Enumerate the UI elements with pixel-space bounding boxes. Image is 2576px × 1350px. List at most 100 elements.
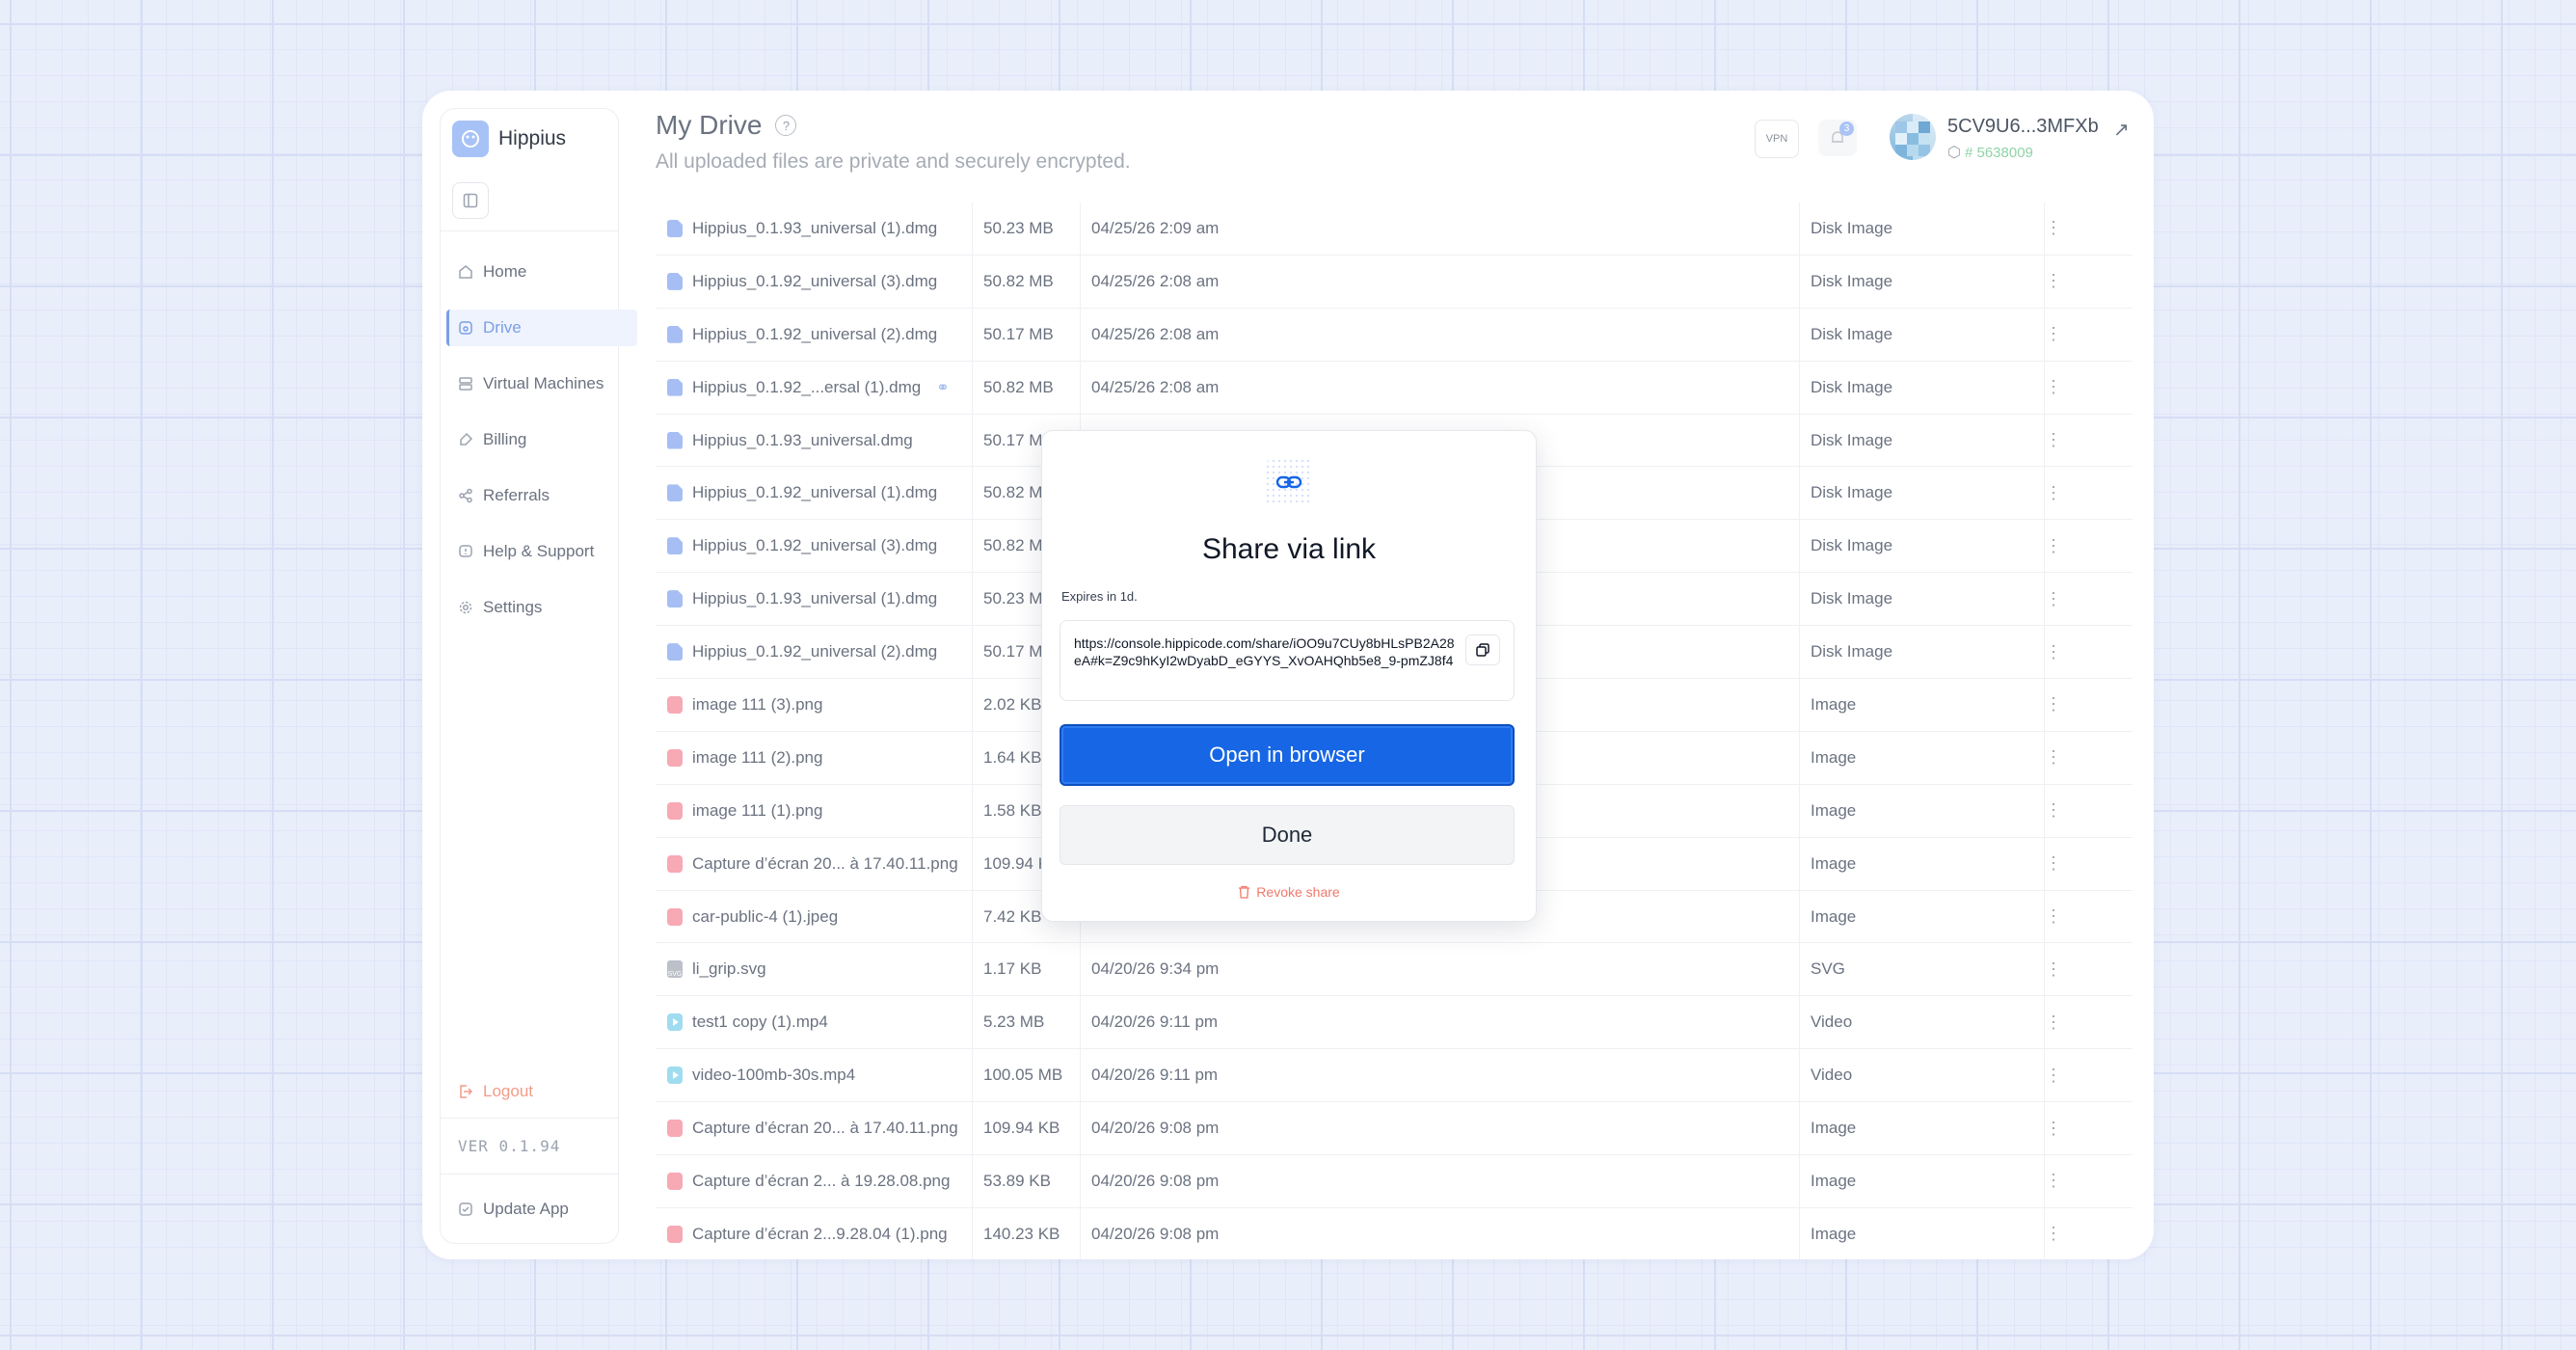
divider bbox=[441, 230, 618, 231]
copy-url-button[interactable] bbox=[1465, 634, 1500, 665]
collapse-sidebar-button[interactable] bbox=[452, 182, 489, 219]
row-menu-icon[interactable]: ⋮ bbox=[2044, 626, 2063, 678]
file-type: Disk Image bbox=[1811, 430, 1893, 449]
done-button[interactable]: Done bbox=[1060, 805, 1515, 865]
external-link-icon[interactable]: ↗ bbox=[2113, 118, 2130, 142]
disk-image-file-icon bbox=[667, 590, 683, 608]
row-menu-icon[interactable]: ⋮ bbox=[2044, 1155, 2063, 1207]
file-type: Disk Image bbox=[1811, 271, 1893, 290]
sidebar-item-home[interactable]: Home bbox=[446, 254, 637, 290]
share-url-field[interactable]: https://console.hippicode.com/share/iOO9… bbox=[1060, 620, 1515, 701]
table-row[interactable]: video-100mb-30s.mp4 100.05 MB 04/20/26 9:1… bbox=[656, 1049, 2133, 1103]
row-menu-icon[interactable]: ⋮ bbox=[2044, 520, 2063, 572]
table-row[interactable]: Hippius_0.1.92_universal (2).dmg 50.17 MB… bbox=[656, 309, 2133, 362]
table-row[interactable]: SVG li_grip.svg 1.17 KB 04/20/26 9:34 pm SVG… bbox=[656, 943, 2133, 997]
file-date: 04/20/26 9:11 pm bbox=[1091, 1012, 1219, 1032]
disk-image-file-icon bbox=[667, 431, 683, 449]
sidebar-item-virtual-machines[interactable]: Virtual Machines bbox=[446, 365, 637, 402]
file-size: 50.17 MB bbox=[983, 324, 1054, 343]
trash-icon bbox=[1239, 885, 1250, 899]
file-name-cell: Hippius_0.1.92_universal (2).dmg bbox=[667, 309, 976, 361]
row-menu-icon[interactable]: ⋮ bbox=[2044, 943, 2063, 995]
open-in-browser-button[interactable]: Open in browser bbox=[1060, 724, 1515, 786]
file-size: 100.05 MB bbox=[983, 1066, 1063, 1085]
image-file-icon bbox=[667, 748, 683, 767]
notifications-button[interactable]: 3 bbox=[1818, 120, 1857, 156]
table-row[interactable]: Capture d’écran 20... à 17.40.11.png 109.… bbox=[656, 1102, 2133, 1156]
file-name-cell: image 111 (2).png bbox=[667, 732, 976, 784]
link-icon bbox=[1265, 458, 1313, 506]
update-app-button[interactable]: Update App bbox=[446, 1191, 637, 1228]
sidebar-item-help-support[interactable]: Help & Support bbox=[446, 533, 637, 570]
file-name: Hippius_0.1.92_...ersal (1).dmg bbox=[692, 377, 922, 396]
file-size: 53.89 KB bbox=[983, 1171, 1051, 1190]
table-row[interactable]: Hippius_0.1.93_universal (1).dmg 50.23 MB… bbox=[656, 202, 2133, 256]
table-row[interactable]: Hippius_0.1.92_universal (3).dmg 50.82 MB… bbox=[656, 256, 2133, 309]
revoke-share-label: Revoke share bbox=[1256, 884, 1340, 900]
share-url: https://console.hippicode.com/share/iOO9… bbox=[1074, 635, 1455, 668]
file-type: Disk Image bbox=[1811, 218, 1893, 237]
row-menu-icon[interactable]: ⋮ bbox=[2044, 679, 2063, 731]
video-file-icon bbox=[667, 1066, 683, 1085]
file-name-cell: Hippius_0.1.92_universal (3).dmg bbox=[667, 256, 976, 308]
file-name: Capture d’écran 20... à 17.40.11.png bbox=[692, 853, 958, 873]
help-icon[interactable]: ? bbox=[775, 115, 797, 136]
file-name-cell: Hippius_0.1.93_universal (1).dmg bbox=[667, 202, 976, 255]
expiry-text: Expires in 1d. bbox=[1061, 589, 1138, 604]
row-menu-icon[interactable]: ⋮ bbox=[2044, 362, 2063, 414]
row-menu-icon[interactable]: ⋮ bbox=[2044, 1049, 2063, 1101]
sidebar-item-referrals[interactable]: Referrals bbox=[446, 477, 637, 514]
table-row[interactable]: Capture d’écran 2...9.28.04 (1).png 140.2… bbox=[656, 1208, 2133, 1259]
row-menu-icon[interactable]: ⋮ bbox=[2044, 785, 2063, 837]
row-menu-icon[interactable]: ⋮ bbox=[2044, 415, 2063, 467]
sidebar-item-drive[interactable]: Drive bbox=[446, 310, 637, 346]
revoke-share-button[interactable]: Revoke share bbox=[1042, 884, 1536, 900]
row-menu-icon[interactable]: ⋮ bbox=[2044, 732, 2063, 784]
file-name: image 111 (1).png bbox=[692, 800, 823, 820]
logout-icon bbox=[460, 1085, 473, 1098]
sidebar: Hippius Home Drive Virtual Machines Bill… bbox=[440, 108, 637, 1244]
row-menu-icon[interactable]: ⋮ bbox=[2044, 996, 2063, 1048]
logout-button[interactable]: Logout bbox=[446, 1073, 637, 1110]
row-menu-icon[interactable]: ⋮ bbox=[2044, 309, 2063, 361]
avatar[interactable] bbox=[1890, 114, 1936, 160]
row-menu-icon[interactable]: ⋮ bbox=[2044, 573, 2063, 625]
file-name-cell: Hippius_0.1.92_universal (1).dmg bbox=[667, 467, 976, 519]
sidebar-item-label: Settings bbox=[483, 598, 543, 616]
row-menu-icon[interactable]: ⋮ bbox=[2044, 202, 2063, 255]
update-app-label: Update App bbox=[483, 1200, 569, 1218]
sidebar-item-label: Referrals bbox=[483, 486, 550, 504]
dialog-title: Share via link bbox=[1201, 533, 1377, 565]
table-row[interactable]: Capture d’écran 2... à 19.28.08.png 53.89… bbox=[656, 1155, 2133, 1208]
file-name: Hippius_0.1.93_universal (1).dmg bbox=[692, 589, 938, 608]
file-type: Disk Image bbox=[1811, 483, 1893, 502]
file-name-cell: car-public-4 (1).jpeg bbox=[667, 891, 976, 943]
file-size: 50.82 MB bbox=[983, 271, 1054, 290]
sidebar-item-label: Help & Support bbox=[483, 542, 595, 560]
sidebar-toggle-icon bbox=[463, 193, 478, 208]
file-type: Disk Image bbox=[1811, 324, 1893, 343]
file-date: 04/20/26 9:11 pm bbox=[1091, 1066, 1219, 1085]
file-name-cell: Hippius_0.1.93_universal.dmg bbox=[667, 415, 976, 467]
image-file-icon bbox=[667, 801, 683, 820]
image-file-icon bbox=[667, 854, 683, 873]
account-address: 5CV9U6...3MFXb bbox=[1947, 116, 2099, 137]
sidebar-item-billing[interactable]: Billing bbox=[446, 421, 637, 458]
app-version: VER 0.1.94 bbox=[458, 1137, 561, 1155]
file-name-cell: Hippius_0.1.92_...ersal (1).dmg ⚭ bbox=[667, 362, 976, 414]
row-menu-icon[interactable]: ⋮ bbox=[2044, 256, 2063, 308]
disk-image-file-icon bbox=[667, 378, 683, 396]
brand[interactable]: Hippius bbox=[452, 121, 566, 157]
row-menu-icon[interactable]: ⋮ bbox=[2044, 891, 2063, 943]
row-menu-icon[interactable]: ⋮ bbox=[2044, 1102, 2063, 1154]
table-row[interactable]: test1 copy (1).mp4 5.23 MB 04/20/26 9:11 p… bbox=[656, 996, 2133, 1050]
row-menu-icon[interactable]: ⋮ bbox=[2044, 1208, 2063, 1259]
sidebar-item-settings[interactable]: Settings bbox=[446, 589, 637, 626]
table-row[interactable]: Hippius_0.1.92_...ersal (1).dmg ⚭ 50.82 MB… bbox=[656, 362, 2133, 415]
row-menu-icon[interactable]: ⋮ bbox=[2044, 467, 2063, 519]
vpn-button[interactable]: VPN bbox=[1755, 120, 1799, 158]
file-name: Hippius_0.1.92_universal (2).dmg bbox=[692, 642, 938, 662]
file-name: video-100mb-30s.mp4 bbox=[692, 1066, 856, 1085]
row-menu-icon[interactable]: ⋮ bbox=[2044, 838, 2063, 890]
file-size: 109.94 KB bbox=[983, 1119, 1060, 1138]
